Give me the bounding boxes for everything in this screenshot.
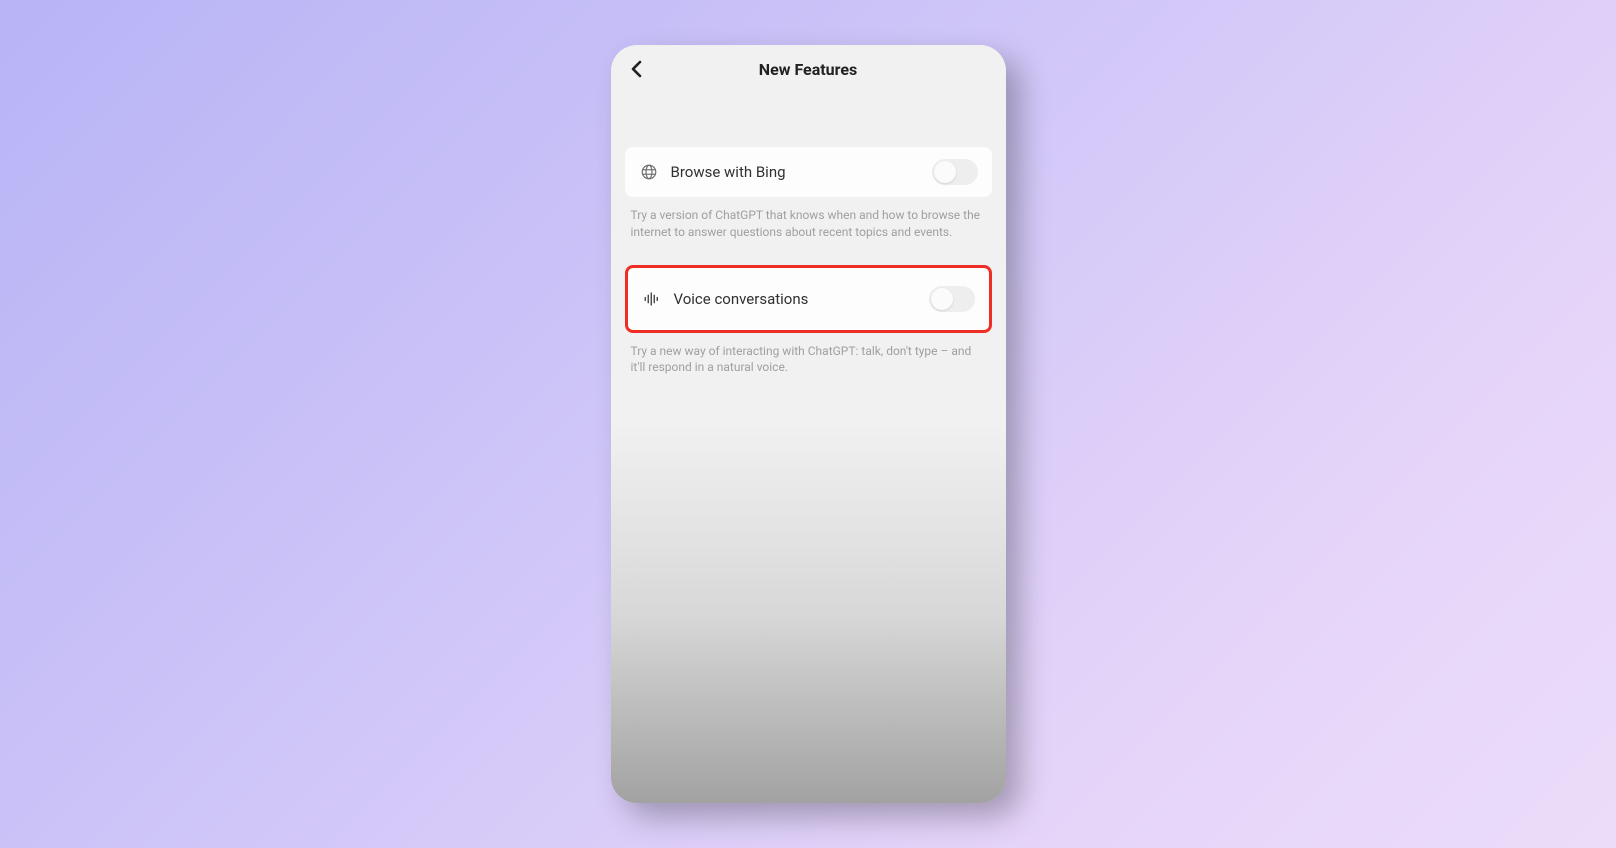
- setting-label: Browse with Bing: [671, 163, 920, 181]
- settings-list: Browse with Bing Try a version of ChatGP…: [611, 93, 1006, 376]
- page-title: New Features: [759, 60, 857, 79]
- toggle-browse-bing[interactable]: [932, 159, 978, 185]
- toggle-voice-conversations[interactable]: [929, 286, 975, 312]
- globe-icon: [639, 162, 659, 182]
- setting-row-browse-bing[interactable]: Browse with Bing: [625, 147, 992, 197]
- setting-row-voice-conversations[interactable]: Voice conversations: [625, 265, 992, 333]
- chevron-left-icon: [630, 60, 644, 78]
- setting-description: Try a new way of interacting with ChatGP…: [625, 343, 992, 377]
- back-button[interactable]: [625, 57, 649, 81]
- sound-wave-icon: [642, 289, 662, 309]
- setting-label: Voice conversations: [674, 290, 917, 308]
- setting-description: Try a version of ChatGPT that knows when…: [625, 207, 992, 241]
- mobile-settings-panel: New Features Browse with Bing Try a vers…: [611, 45, 1006, 803]
- header: New Features: [611, 45, 1006, 93]
